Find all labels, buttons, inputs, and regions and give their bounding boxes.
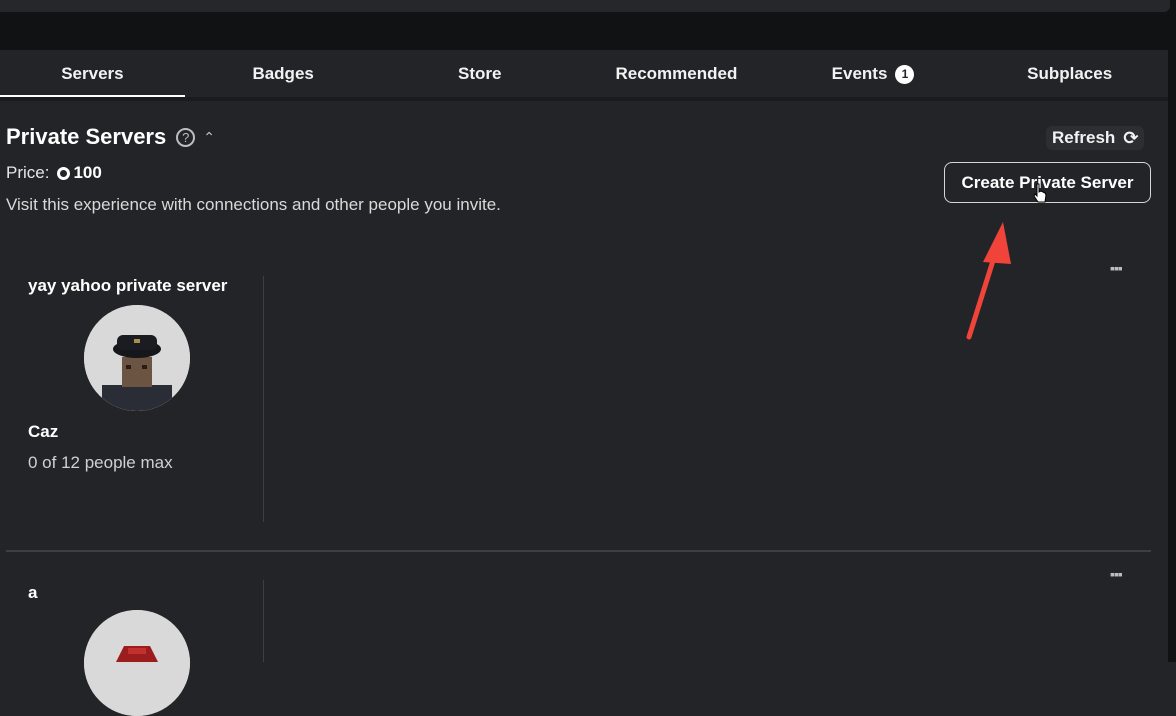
top-bar xyxy=(0,0,1176,50)
top-bar-strip xyxy=(0,0,1170,12)
page-edge xyxy=(1168,50,1176,662)
server-name: yay yahoo private server xyxy=(28,276,228,295)
tab-label: Recommended xyxy=(615,64,738,83)
private-servers-heading: Private Servers ? ⌃ xyxy=(6,124,215,150)
server-separator xyxy=(6,550,1151,552)
tab-label: Servers xyxy=(61,64,124,83)
more-options-icon[interactable]: ▪▪▪ xyxy=(1110,566,1123,582)
card-divider xyxy=(263,276,264,522)
avatar-image xyxy=(84,305,190,411)
section-title: Private Servers xyxy=(6,124,167,149)
tab-label: Badges xyxy=(252,64,314,83)
avatar-image xyxy=(84,610,190,716)
tab-subplaces[interactable]: Subplaces xyxy=(971,50,1168,98)
server-name: a xyxy=(28,583,38,602)
price-row: Price: 100 xyxy=(6,163,102,183)
refresh-label: Refresh xyxy=(1052,128,1116,147)
tab-badges[interactable]: Badges xyxy=(185,50,382,98)
section-description: Visit this experience with connections a… xyxy=(6,195,501,214)
avatar[interactable] xyxy=(84,305,190,411)
refresh-icon: ⟳ xyxy=(1123,127,1139,148)
tab-label: Store xyxy=(458,64,502,83)
hand-cursor-icon xyxy=(1033,183,1047,203)
refresh-button[interactable]: Refresh ⟳ xyxy=(1046,126,1145,150)
robux-icon xyxy=(57,166,71,180)
chevron-up-icon[interactable]: ⌃ xyxy=(203,129,215,146)
help-icon[interactable]: ? xyxy=(176,127,196,147)
avatar[interactable] xyxy=(84,610,190,716)
tab-servers[interactable]: Servers xyxy=(0,50,185,98)
events-count-badge: 1 xyxy=(895,64,915,84)
server-capacity: 0 of 12 people max xyxy=(28,453,173,472)
card-divider xyxy=(263,580,264,662)
tab-label: Events xyxy=(831,64,888,83)
price-label: Price: xyxy=(6,163,50,182)
tab-events[interactable]: Events 1 xyxy=(775,50,972,98)
tab-recommended[interactable]: Recommended xyxy=(578,50,775,98)
more-options-icon[interactable]: ▪▪▪ xyxy=(1110,260,1123,276)
tab-store[interactable]: Store xyxy=(381,50,578,98)
tab-divider xyxy=(0,97,1168,101)
tab-bar: Servers Badges Store Recommended Events … xyxy=(0,50,1168,98)
server-owner[interactable]: Caz xyxy=(28,422,58,442)
tab-label: Subplaces xyxy=(1027,64,1113,83)
price-value: 100 xyxy=(73,163,102,182)
